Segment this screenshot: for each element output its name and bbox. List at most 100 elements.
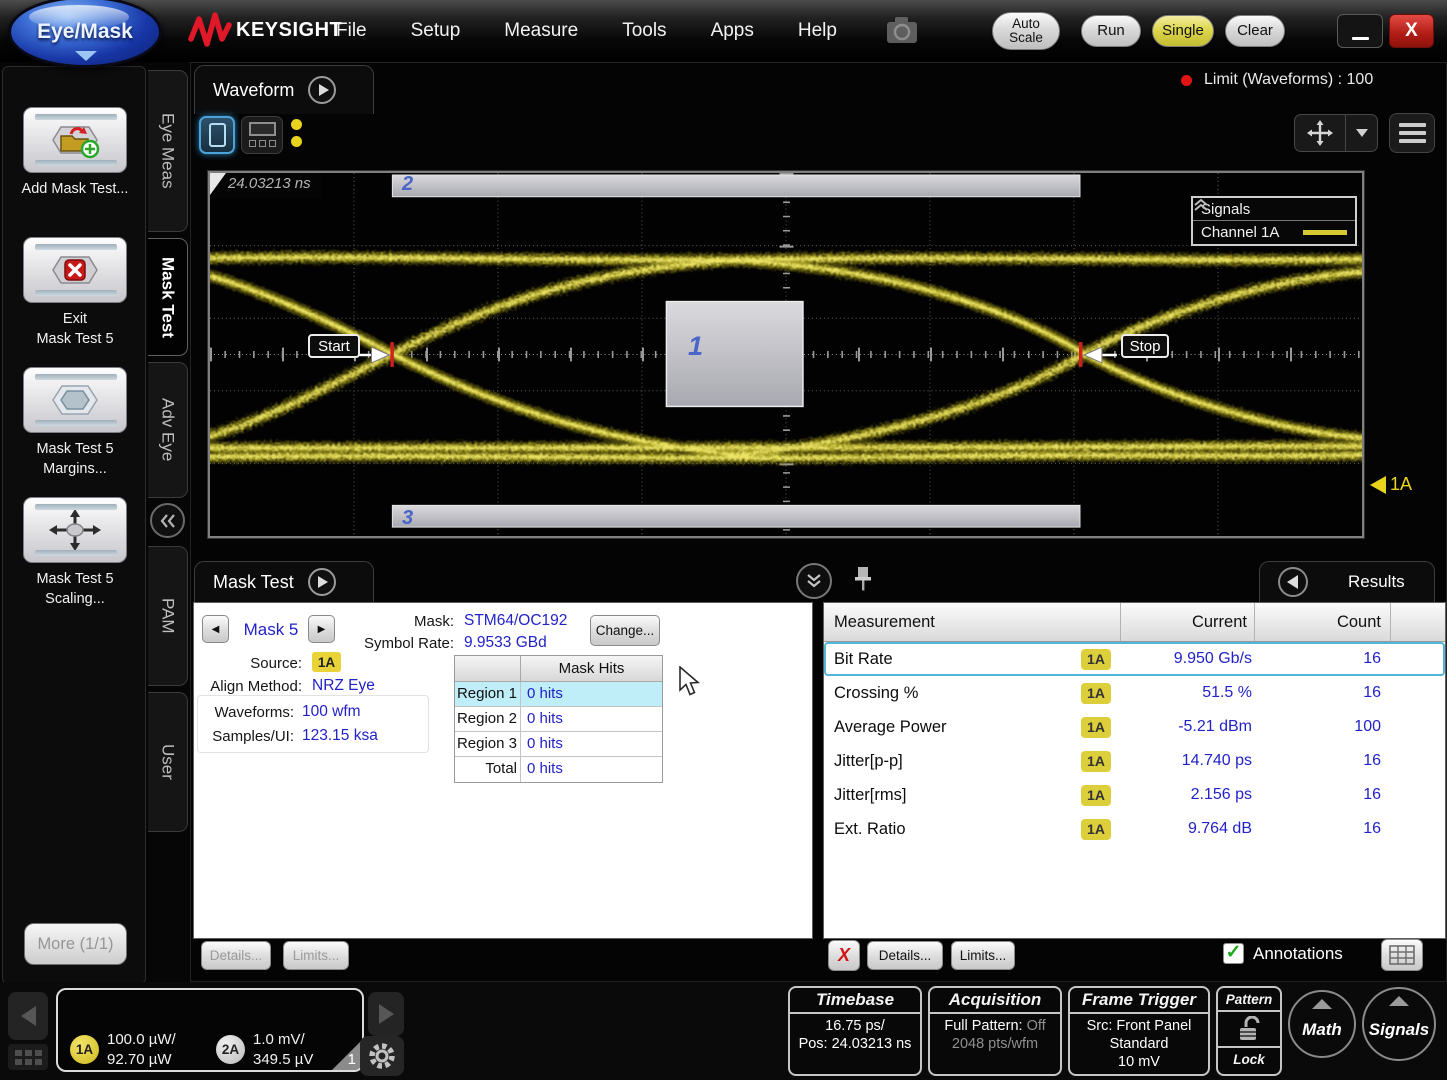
- auto-scale-button[interactable]: Auto Scale: [992, 12, 1060, 50]
- next-mask-button[interactable]: ▶: [308, 615, 335, 643]
- minimize-button[interactable]: [1337, 14, 1383, 48]
- channel-1a-badge[interactable]: 1A: [70, 1035, 99, 1064]
- channel-2a-badge[interactable]: 2A: [216, 1035, 245, 1064]
- keypad-button[interactable]: [8, 1044, 48, 1070]
- results-details-button[interactable]: Details...: [867, 941, 943, 970]
- results-panel-tab[interactable]: Results: [1259, 561, 1435, 602]
- previous-mask-button[interactable]: ◀: [202, 615, 229, 643]
- results-row[interactable]: Average Power1A-5.21 dBm100: [824, 710, 1445, 744]
- results-row[interactable]: Crossing %1A51.5 %16: [824, 676, 1445, 710]
- mask-hits-row[interactable]: Total0 hits: [455, 757, 662, 782]
- exit-mask-test-icon: [44, 249, 106, 291]
- results-row[interactable]: Ext. Ratio1A9.764 dB16: [824, 812, 1445, 846]
- results-row[interactable]: Jitter[rms]1A2.156 ps16: [824, 778, 1445, 812]
- camera-icon[interactable]: [884, 13, 920, 47]
- column-measurement[interactable]: Measurement: [824, 603, 1121, 641]
- marker-dot-icon[interactable]: [291, 119, 302, 130]
- source-badge: 1A: [1081, 785, 1111, 806]
- frame-trigger-title: Frame Trigger: [1070, 988, 1208, 1014]
- signals-button[interactable]: Signals: [1362, 987, 1436, 1061]
- samples-ui-value[interactable]: 123.15 ksa: [302, 727, 378, 745]
- tab-mask-test[interactable]: Mask Test: [148, 238, 188, 356]
- column-current[interactable]: Current: [1121, 603, 1255, 641]
- run-button[interactable]: Run: [1081, 15, 1141, 47]
- add-mask-test-button[interactable]: [23, 107, 127, 173]
- symbol-rate-value[interactable]: 9.9533 GBd: [464, 634, 547, 652]
- tab-eye-meas[interactable]: Eye Meas: [148, 70, 188, 232]
- column-count[interactable]: Count: [1255, 603, 1391, 641]
- mask-name[interactable]: Mask 5: [236, 620, 306, 640]
- display-menu-button[interactable]: [1389, 113, 1435, 153]
- mask-hits-row[interactable]: Region 10 hits: [455, 682, 662, 707]
- menu-setup[interactable]: Setup: [411, 20, 461, 42]
- mask-limits-button[interactable]: Limits...: [283, 941, 349, 970]
- exit-mask-test-button[interactable]: [23, 237, 127, 303]
- acquisition-block[interactable]: Acquisition Full Pattern: Off 2048 pts/w…: [928, 986, 1062, 1076]
- single-display-button[interactable]: [199, 116, 235, 154]
- annotations-checkbox[interactable]: ✓: [1223, 943, 1244, 964]
- results-grid-view-button[interactable]: [1381, 939, 1423, 971]
- align-method-value[interactable]: NRZ Eye: [312, 677, 375, 695]
- single-button[interactable]: Single: [1152, 15, 1214, 47]
- marker-dot-icon[interactable]: [291, 136, 302, 147]
- mask-hits-column-header: Mask Hits: [521, 656, 662, 681]
- tab-adv-eye[interactable]: Adv Eye: [148, 362, 188, 498]
- menu-tools[interactable]: Tools: [622, 20, 666, 42]
- app-title: Eye/Mask: [37, 20, 133, 44]
- mask-margins-button[interactable]: [23, 367, 127, 433]
- results-collapse-button[interactable]: [1278, 567, 1308, 597]
- pin-icon[interactable]: [854, 565, 872, 595]
- results-row[interactable]: Bit Rate1A9.950 Gb/s16: [824, 642, 1445, 676]
- tab-pam[interactable]: PAM: [148, 546, 188, 686]
- results-row[interactable]: Jitter[p-p]1A14.740 ps16: [824, 744, 1445, 778]
- logo-chevron-icon: [75, 51, 97, 61]
- math-button[interactable]: Math: [1288, 990, 1356, 1058]
- channel-status-panel[interactable]: 1A 100.0 µW/92.70 µW 2A 1.0 mV/349.5 µV …: [56, 988, 364, 1072]
- source-badge[interactable]: 1A: [312, 652, 341, 672]
- waveform-tab[interactable]: Waveform: [194, 65, 374, 114]
- eye-mask-app-logo[interactable]: Eye/Mask: [8, 0, 162, 68]
- collapse-panel-button[interactable]: [796, 563, 832, 599]
- mask-value[interactable]: STM64/OC192: [464, 612, 567, 630]
- menu-measure[interactable]: Measure: [504, 20, 578, 42]
- mask-test-run-button[interactable]: [308, 568, 336, 596]
- clear-button[interactable]: Clear: [1225, 15, 1285, 47]
- mask-hits-row[interactable]: Region 30 hits: [455, 732, 662, 757]
- brand-name: KEYSIGHT: [236, 19, 342, 42]
- play-icon: [318, 576, 328, 588]
- channel-page-next-button[interactable]: [368, 992, 404, 1036]
- more-button[interactable]: More (1/1): [24, 923, 127, 965]
- pan-tool-dropdown[interactable]: [1346, 129, 1377, 137]
- close-button[interactable]: X: [1389, 14, 1434, 48]
- delete-measurement-button[interactable]: X: [828, 940, 860, 971]
- signals-legend[interactable]: Signals Channel 1A: [1191, 196, 1357, 246]
- timebase-position-label: 24.03213 ns: [210, 173, 321, 198]
- pattern-lock-block[interactable]: Pattern Lock: [1216, 986, 1282, 1076]
- menu-apps[interactable]: Apps: [711, 20, 754, 42]
- timebase-block[interactable]: Timebase 16.75 ps/ Pos: 24.03213 ns: [788, 986, 922, 1076]
- results-limits-button[interactable]: Limits...: [951, 941, 1015, 970]
- stop-marker-label[interactable]: Stop: [1121, 334, 1169, 358]
- change-mask-button[interactable]: Change...: [590, 615, 660, 646]
- waveform-run-button[interactable]: [308, 76, 336, 104]
- collapse-chevron-up-icon[interactable]: [1193, 198, 1209, 212]
- waveforms-value[interactable]: 100 wfm: [302, 703, 361, 721]
- menu-file[interactable]: File: [336, 20, 367, 42]
- region-label: Region 3: [455, 732, 521, 756]
- mask-scaling-button[interactable]: [23, 497, 127, 563]
- start-marker-label[interactable]: Start: [308, 334, 360, 358]
- settings-gear-button[interactable]: [360, 1036, 404, 1076]
- channel-marker-triangle-icon: [1370, 476, 1386, 494]
- tab-user[interactable]: User: [148, 692, 188, 832]
- frame-trigger-block[interactable]: Frame Trigger Src: Front Panel Standard …: [1068, 986, 1210, 1076]
- arrow-left-icon: [1287, 575, 1298, 589]
- mask-hits-row[interactable]: Region 20 hits: [455, 707, 662, 732]
- eye-diagram-plot[interactable]: 24.03213 ns 2 3 1 Start Stop Signals Cha…: [208, 171, 1364, 538]
- collapse-sidebar-button[interactable]: [150, 503, 185, 538]
- pan-tool-button[interactable]: [1295, 115, 1346, 151]
- channel-page-prev-button[interactable]: [8, 992, 48, 1040]
- mask-details-button[interactable]: Details...: [201, 941, 271, 970]
- mask-test-panel-tab[interactable]: Mask Test: [194, 561, 374, 602]
- menu-help[interactable]: Help: [798, 20, 837, 42]
- split-display-button[interactable]: [241, 116, 283, 154]
